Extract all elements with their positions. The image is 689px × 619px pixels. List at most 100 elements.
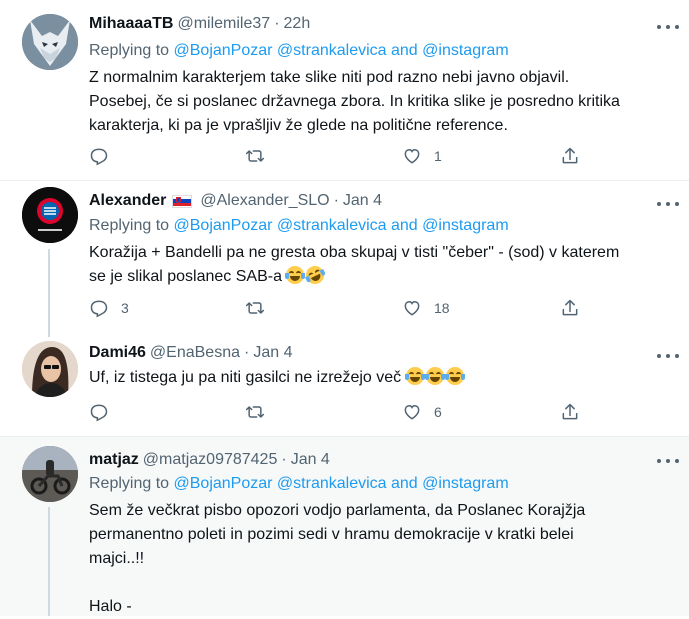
avatar[interactable] (22, 14, 78, 70)
share-button[interactable] (560, 296, 580, 320)
tweet-line-with-emoji: se je slikal poslanec SAB-a (89, 263, 669, 289)
heart-icon (404, 148, 420, 164)
mention-strankalevica[interactable]: @strankalevica (277, 475, 387, 492)
tweet-header: MihaaaaTB @milemile37 · 22h (89, 15, 310, 33)
tweet-line: karakterja, ki pa je vprašljiv že glede … (89, 117, 508, 134)
timestamp[interactable]: Jan 4 (291, 451, 330, 469)
user-handle[interactable]: @milemile37 (177, 15, 270, 33)
separator-dot: · (333, 192, 339, 209)
retweet-button[interactable] (245, 296, 277, 320)
tweet-line: permanentno poleti in pozimi sedi v hram… (89, 526, 574, 543)
share-icon (562, 299, 578, 316)
like-button[interactable]: 18 (402, 296, 450, 320)
tweet-line: Z normalnim karakterjem take slike niti … (89, 69, 570, 86)
timestamp[interactable]: 22h (284, 15, 311, 33)
tweet-actions: 1 (89, 144, 589, 168)
display-name[interactable]: matjaz (89, 451, 139, 469)
mention-instagram[interactable]: @instagram (422, 42, 509, 59)
like-button[interactable]: 6 (402, 400, 442, 424)
mention-bojanpozar[interactable]: @BojanPozar (174, 217, 273, 234)
rolling-on-floor-laughing-icon (303, 263, 328, 287)
tweet-text: Sem že večkrat pisbo opozori vodjo parla… (89, 499, 669, 619)
heart-icon (404, 404, 420, 420)
face-with-tears-of-joy-icon (424, 367, 445, 385)
heart-icon (404, 300, 420, 316)
tweet-mihaaaatb[interactable]: MihaaaaTB @milemile37 · 22h Replying to … (0, 0, 689, 181)
retweet-icon (245, 406, 265, 418)
separator-dot: · (281, 451, 287, 468)
retweet-button[interactable] (245, 400, 277, 424)
timestamp[interactable]: Jan 4 (253, 344, 292, 362)
tweet-actions: 6 (89, 400, 589, 424)
display-name[interactable]: Alexander (89, 192, 166, 210)
replying-to-label: Replying to (89, 475, 174, 492)
face-with-tears-of-joy-icon (404, 367, 425, 385)
tweet-matjaz[interactable]: matjaz @matjaz09787425 · Jan 4 Replying … (0, 437, 689, 616)
reply-icon (90, 404, 108, 422)
face-with-tears-of-joy-icon (444, 367, 465, 385)
more-options-icon[interactable] (657, 352, 679, 360)
mention-bojanpozar[interactable]: @BojanPozar (174, 475, 273, 492)
display-name[interactable]: MihaaaaTB (89, 15, 173, 33)
tweet-header: matjaz @matjaz09787425 · Jan 4 (89, 451, 330, 469)
timestamp[interactable]: Jan 4 (343, 192, 382, 210)
like-count: 1 (434, 148, 442, 164)
tweet-header: Alexander @Alexander_SLO · Jan 4 (89, 192, 382, 210)
mention-instagram[interactable]: @instagram (422, 475, 509, 492)
share-button[interactable] (560, 144, 580, 168)
tweet-header: Dami46 @EnaBesna · Jan 4 (89, 344, 292, 362)
mention-bojanpozar[interactable]: @BojanPozar (174, 42, 273, 59)
tweet-text: Koražija + Bandelli pa ne gresta oba sku… (89, 241, 669, 289)
more-options-icon[interactable] (657, 457, 679, 465)
tweet-actions: 3 18 (89, 296, 589, 320)
like-count: 18 (434, 300, 450, 316)
thread-line (48, 249, 50, 341)
share-icon (562, 147, 578, 164)
replying-to: Replying to @BojanPozar @strankalevica a… (89, 475, 509, 493)
thread-line (48, 507, 50, 616)
mention-and-others[interactable]: and (391, 475, 418, 492)
more-options-icon[interactable] (657, 23, 679, 31)
like-count: 6 (434, 404, 442, 420)
woman-avatar-image (22, 341, 78, 397)
tweet-line (89, 571, 669, 595)
display-name[interactable]: Dami46 (89, 344, 146, 362)
slovenia-flag-icon (172, 194, 193, 208)
mention-strankalevica[interactable]: @strankalevica (277, 217, 387, 234)
user-handle[interactable]: @EnaBesna (150, 344, 240, 362)
user-handle[interactable]: @matjaz09787425 (143, 451, 278, 469)
mention-strankalevica[interactable]: @strankalevica (277, 42, 387, 59)
avatar[interactable] (22, 187, 78, 243)
tweet-text: Uf, iz tistega ju pa niti gasilci ne izr… (89, 366, 669, 390)
tweet-dami46[interactable]: Dami46 @EnaBesna · Jan 4 Uf, iz tistega … (0, 337, 689, 437)
more-options-icon[interactable] (657, 200, 679, 208)
reply-icon (90, 148, 108, 166)
replying-to: Replying to @BojanPozar @strankalevica a… (89, 42, 509, 60)
bayern-avatar-image (22, 187, 78, 243)
retweet-icon (245, 302, 265, 314)
mention-instagram[interactable]: @instagram (422, 217, 509, 234)
reply-button[interactable]: 3 (89, 296, 129, 320)
tweet-alexander[interactable]: Alexander @Alexander_SLO · Jan 4 Replyin… (0, 181, 689, 341)
tweet-line: Posebej, če si poslanec državnega zbora.… (89, 93, 620, 110)
face-with-tears-of-joy-icon (285, 266, 306, 284)
retweet-button[interactable] (245, 144, 277, 168)
separator-dot: · (244, 344, 250, 361)
mention-and-others[interactable]: and (391, 42, 418, 59)
replying-to-label: Replying to (89, 42, 174, 59)
tweet-line: majci..!! (89, 550, 145, 567)
user-handle[interactable]: @Alexander_SLO (200, 192, 329, 210)
avatar[interactable] (22, 446, 78, 502)
avatar[interactable] (22, 341, 78, 397)
mention-and-others[interactable]: and (391, 217, 418, 234)
replying-to-label: Replying to (89, 217, 174, 234)
share-button[interactable] (560, 400, 580, 424)
tweet-line: Halo - (89, 598, 132, 615)
separator-dot: · (274, 15, 280, 32)
tweet-line: Koražija + Bandelli pa ne gresta oba sku… (89, 244, 620, 261)
tweet-text: Z normalnim karakterjem take slike niti … (89, 66, 669, 138)
reply-icon (90, 300, 108, 318)
reply-button[interactable] (89, 144, 121, 168)
like-button[interactable]: 1 (402, 144, 442, 168)
reply-button[interactable] (89, 400, 121, 424)
